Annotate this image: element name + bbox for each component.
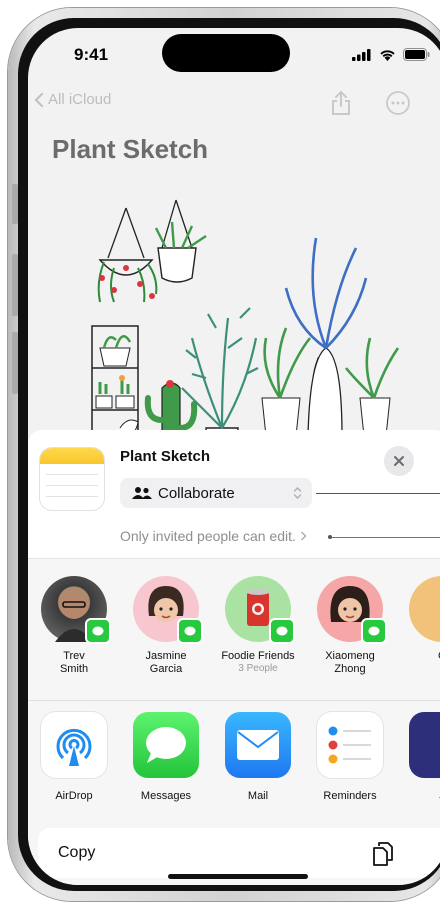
divider [28, 700, 440, 701]
close-button[interactable] [384, 446, 414, 476]
avatar [133, 576, 203, 644]
app-airdrop[interactable]: AirDrop [28, 712, 120, 802]
back-label: All iCloud [48, 91, 112, 108]
person-foodie-friends[interactable]: Foodie Friends 3 People [212, 576, 304, 675]
person-trev-smith[interactable]: Trev Smith [28, 576, 120, 676]
status-bar: 9:41 [28, 28, 440, 88]
app-label: AirDrop [55, 790, 93, 802]
messages-badge-icon [269, 618, 295, 644]
chevron-right-icon [300, 531, 307, 541]
share-sheet-title: Plant Sketch [120, 448, 211, 465]
chevron-up-down-icon [293, 486, 302, 500]
people-row: Trev Smith Jasmine Garcia Foodie Friends 3… [28, 576, 440, 686]
app-label: Reminders [323, 790, 377, 802]
screen: 9:41 All iCloud Plant Sketch Plant Sketc… [28, 28, 440, 885]
avatar [317, 576, 387, 644]
mail-icon [225, 712, 291, 778]
callout-dot [328, 535, 332, 539]
person-name: Trev Smith [59, 650, 89, 675]
collaborate-label: Collaborate [158, 484, 235, 502]
app-partial[interactable]: J [396, 712, 440, 802]
share-sheet: Plant Sketch Collaborate Only invited pe… [28, 430, 440, 885]
share-icon [332, 90, 350, 115]
note-toolbar: All iCloud [28, 90, 440, 120]
app-reminders[interactable]: Reminders [304, 712, 396, 802]
messages-badge-icon [85, 618, 111, 644]
messages-badge-icon [177, 618, 203, 644]
person-name: C [396, 650, 440, 663]
person-partial[interactable]: C [396, 576, 440, 663]
copy-action[interactable]: Copy [38, 828, 440, 878]
close-icon [394, 456, 404, 466]
person-jasmine-garcia[interactable]: Jasmine Garcia [120, 576, 212, 676]
people-icon [132, 487, 152, 499]
callout-line [316, 493, 440, 494]
more-button[interactable] [386, 91, 410, 120]
reminders-icon [317, 712, 383, 778]
person-name: Foodie Friends [221, 650, 295, 662]
cellular-signal-icon [352, 48, 371, 61]
wifi-icon [380, 49, 395, 61]
person-name: Xiaomeng Zhong [325, 650, 375, 675]
apps-row: AirDrop Messages Mail Reminders [28, 712, 440, 822]
airdrop-icon [41, 712, 107, 778]
callout-line [330, 537, 440, 538]
share-button[interactable] [330, 90, 352, 121]
notes-app-icon [40, 448, 104, 510]
person-subtitle: 3 People [238, 663, 278, 674]
messages-icon [133, 712, 199, 778]
app-icon [409, 712, 440, 778]
app-label: Mail [247, 790, 269, 802]
home-indicator [168, 874, 308, 879]
avatar [409, 576, 440, 642]
app-messages[interactable]: Messages [120, 712, 212, 802]
copy-label: Copy [58, 844, 96, 861]
dynamic-island [162, 34, 290, 72]
messages-badge-icon [361, 618, 387, 644]
avatar [41, 576, 111, 644]
avatar [225, 576, 295, 644]
permission-link[interactable]: Only invited people can edit. [120, 528, 307, 544]
note-title: Plant Sketch [52, 134, 209, 164]
share-sheet-header: Plant Sketch Collaborate Only invited pe… [28, 430, 440, 559]
app-mail[interactable]: Mail [212, 712, 304, 802]
person-name: Jasmine Garcia [145, 650, 187, 675]
copy-icon [373, 842, 393, 866]
collaborate-menu[interactable]: Collaborate [120, 478, 312, 508]
status-icons [352, 48, 430, 61]
more-icon [386, 91, 410, 115]
chevron-left-icon [34, 92, 44, 107]
battery-icon [403, 48, 430, 61]
permission-text: Only invited people can edit. [120, 528, 296, 544]
back-button[interactable]: All iCloud [34, 91, 111, 108]
app-label: Messages [140, 790, 192, 802]
status-time: 9:41 [74, 45, 109, 64]
person-xiaomeng-zhong[interactable]: Xiaomeng Zhong [304, 576, 396, 676]
app-label: J [396, 790, 440, 802]
